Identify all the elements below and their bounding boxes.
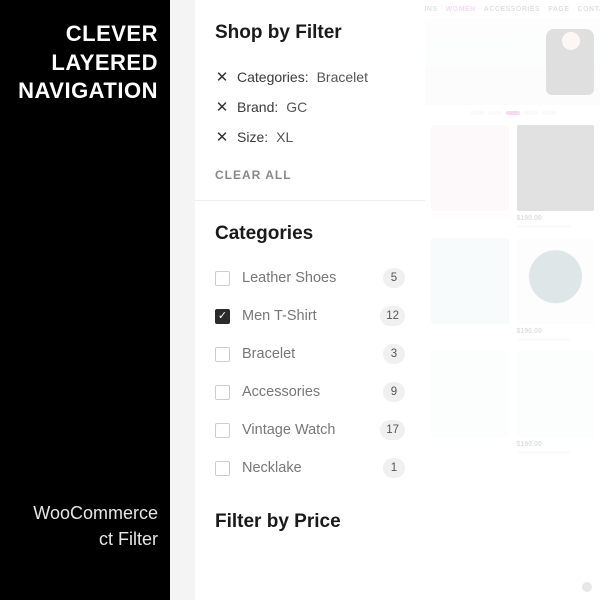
product-card[interactable] [431,238,509,341]
active-filter-label: Categories: [237,69,309,85]
category-label: Necklake [242,460,302,476]
filter-by-price-heading: Filter by Price [215,511,405,533]
nav-item[interactable]: PAGE [548,6,569,13]
shop-by-filter-heading: Shop by Filter [215,22,405,44]
category-count-badge: 5 [383,268,405,288]
product-card[interactable]: $190.00 [517,351,595,454]
product-image [431,125,509,211]
checkbox-icon [215,271,230,286]
category-label: Bracelet [242,346,295,362]
product-card[interactable]: $190.00 [517,238,595,341]
filter-sidebar: Shop by Filter ✕ Categories: Bracelet ✕ … [195,0,425,600]
brand-line-3: NAVIGATION [18,77,158,106]
category-accessories[interactable]: Accessories 9 [215,373,405,411]
product-tagline: WooCommerce ct Filter [33,500,158,552]
category-count-badge: 17 [380,420,405,440]
active-filter-size[interactable]: ✕ Size: XL [215,122,405,152]
checkbox-icon [215,347,230,362]
product-image [517,238,595,324]
active-filter-value: XL [276,129,293,145]
active-filter-value: Bracelet [317,69,368,85]
remove-icon: ✕ [215,68,229,86]
brand-line-2: LAYERED [18,49,158,78]
chip[interactable] [488,111,502,115]
product-card[interactable]: $190.00 [517,125,595,228]
preview-hero-banner [425,19,600,105]
remove-icon: ✕ [215,98,229,116]
category-label: Vintage Watch [242,422,336,438]
category-bracelet[interactable]: Bracelet 3 [215,335,405,373]
product-desc-placeholder [517,451,571,454]
category-count-badge: 12 [380,306,405,326]
product-image [431,351,509,437]
active-filter-label: Brand: [237,99,278,115]
category-label: Accessories [242,384,320,400]
section-divider [195,200,425,201]
active-filter-value: GC [286,99,307,115]
chip[interactable] [524,111,538,115]
category-count-badge: 1 [383,458,405,478]
category-vintage-watch[interactable]: Vintage Watch 17 [215,411,405,449]
preview-top-nav: MNS WOMEN ACCESSORIES PAGE CONTA [425,0,600,19]
screenshot-root: CLEVER LAYERED NAVIGATION WooCommerce ct… [0,0,600,600]
tagline-line-2: ct Filter [33,526,158,552]
checkbox-icon [215,461,230,476]
category-label: Leather Shoes [242,270,336,286]
brand-line-1: CLEVER [18,20,158,49]
product-card[interactable] [431,351,509,454]
chip[interactable] [542,111,556,115]
scroll-to-top-button[interactable] [582,582,592,592]
categories-heading: Categories [215,223,405,245]
category-men-tshirt[interactable]: Men T-Shirt 12 [215,297,405,335]
product-price: $190.00 [517,328,595,335]
category-count-badge: 9 [383,382,405,402]
category-leather-shoes[interactable]: Leather Shoes 5 [215,259,405,297]
active-filters-list: ✕ Categories: Bracelet ✕ Brand: GC ✕ Siz… [215,62,405,152]
product-image [517,125,595,211]
categories-list: Leather Shoes 5 Men T-Shirt 12 Bracelet … [215,259,405,487]
active-filter-brand[interactable]: ✕ Brand: GC [215,92,405,122]
hero-model-image [546,29,594,95]
category-label: Men T-Shirt [242,308,317,324]
product-desc-placeholder [517,338,571,341]
checkbox-checked-icon [215,309,230,324]
checkbox-icon [215,385,230,400]
category-count-badge: 3 [383,344,405,364]
preview-category-chips [425,105,600,125]
product-image [517,351,595,437]
clear-all-button[interactable]: CLEAR ALL [215,168,405,182]
product-price: $190.00 [517,441,595,448]
active-filter-label: Size: [237,129,268,145]
product-price: $190.00 [517,215,595,222]
active-filter-categories[interactable]: ✕ Categories: Bracelet [215,62,405,92]
product-image [431,238,509,324]
category-necklake[interactable]: Necklake 1 [215,449,405,487]
product-name: CLEVER LAYERED NAVIGATION [18,20,158,106]
checkbox-icon [215,423,230,438]
product-card[interactable] [431,125,509,228]
nav-item[interactable]: MNS [425,6,438,13]
storefront-preview: MNS WOMEN ACCESSORIES PAGE CONTA [425,0,600,600]
product-desc-placeholder [517,225,571,228]
chip-active[interactable] [506,111,520,115]
chip[interactable] [470,111,484,115]
nav-item[interactable]: ACCESSORIES [484,6,540,13]
preview-product-grid: $190.00 $190.00 [425,125,600,466]
tagline-line-1: WooCommerce [33,500,158,526]
marketing-panel: CLEVER LAYERED NAVIGATION WooCommerce ct… [0,0,170,600]
remove-icon: ✕ [215,128,229,146]
nav-item-active[interactable]: WOMEN [446,6,476,13]
nav-item[interactable]: CONTA [578,6,600,13]
